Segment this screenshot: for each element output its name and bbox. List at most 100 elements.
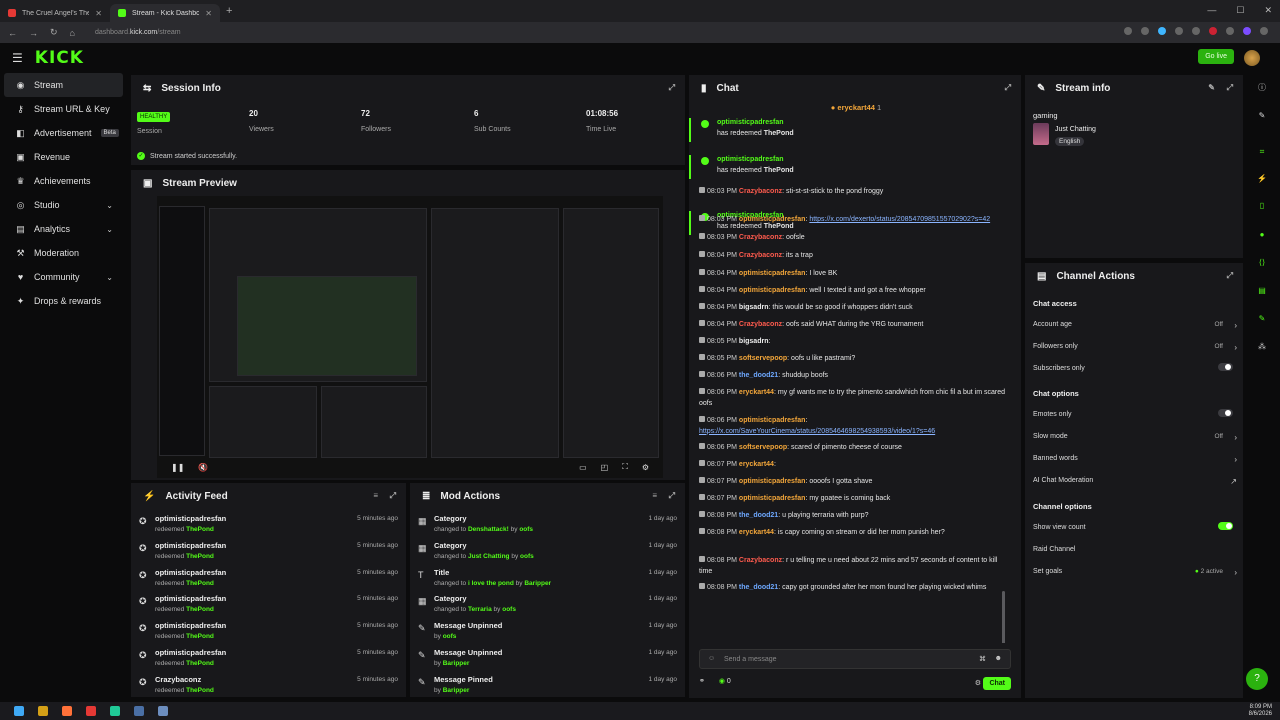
kick-logo[interactable]: KICK (35, 48, 84, 68)
pencil-icon[interactable]: ✎ (1254, 108, 1270, 124)
layout-icon[interactable]: ⁂ (1254, 339, 1270, 355)
popout-icon[interactable]: ⤢ (1227, 271, 1233, 281)
folder-icon[interactable] (38, 706, 48, 716)
mod-action-user[interactable]: oofs (443, 633, 457, 640)
show-view-count-toggle[interactable] (1218, 522, 1233, 530)
extension-icon[interactable] (1124, 27, 1132, 35)
chat-username[interactable]: bigsadrn (739, 338, 769, 345)
pip-icon[interactable]: ◰ (601, 463, 609, 472)
sidebar-item-revenue[interactable]: ▣ Revenue (4, 145, 123, 169)
sidebar-item-stream-url-key[interactable]: ⚷ Stream URL & Key (4, 97, 123, 121)
code-icon[interactable]: ⟨⟩ (1254, 255, 1270, 271)
forward-icon[interactable]: → (29, 28, 38, 38)
chat-username[interactable]: Crazybaconz (739, 188, 782, 195)
mod-action-user[interactable]: oofs (502, 606, 516, 613)
emotes-only-toggle[interactable] (1218, 409, 1233, 417)
banned-words-row[interactable]: Banned words › (1033, 455, 1237, 464)
chat-username[interactable]: softservepoop (739, 444, 787, 451)
chat-username[interactable]: bigsadrn (739, 304, 769, 311)
slow-mode-row[interactable]: Slow mode Off › (1033, 433, 1237, 442)
chat-username[interactable]: optimisticpadresfan (739, 216, 806, 223)
edit-icon[interactable]: ✎ (1208, 83, 1215, 92)
popout-icon[interactable]: ⤢ (1005, 83, 1011, 93)
sidebar-item-community[interactable]: ♥ Community ⌄ (4, 265, 123, 289)
app-icon[interactable] (158, 706, 168, 716)
close-window-icon[interactable]: ✕ (1264, 5, 1272, 16)
chat-username[interactable]: eryckart44 (739, 529, 774, 536)
app-icon[interactable] (86, 706, 96, 716)
app-icon[interactable] (134, 706, 144, 716)
bolt-icon[interactable]: ⚡ (1254, 171, 1270, 187)
avatar[interactable] (1244, 50, 1260, 66)
raid-channel-row[interactable]: Raid Channel (1033, 546, 1237, 553)
mod-action-user[interactable]: oofs (520, 553, 534, 560)
sidebar-item-moderation[interactable]: ⚒ Moderation (4, 241, 123, 265)
chat-username[interactable]: optimisticpadresfan (717, 119, 784, 126)
sidebar-item-studio[interactable]: ◎ Studio ⌄ (4, 193, 123, 217)
theater-icon[interactable]: ▭ (579, 463, 587, 472)
sidebar-item-stream[interactable]: ◉ Stream (4, 73, 123, 97)
chat-username[interactable]: the_dood21 (739, 372, 778, 379)
chat-username[interactable]: optimisticpadresfan (739, 417, 806, 424)
ai-moderation-row[interactable]: AI Chat Moderation ↗ (1033, 477, 1237, 486)
mod-action-user[interactable]: Baripper (443, 687, 470, 694)
back-icon[interactable]: ← (8, 28, 17, 38)
close-icon[interactable]: ✕ (95, 9, 102, 18)
home-icon[interactable]: ⌂ (70, 28, 75, 38)
crop-icon[interactable]: ⌗ (1254, 144, 1270, 160)
chat-username[interactable]: optimisticpadresfan (739, 478, 806, 485)
chat-username[interactable]: optimisticpadresfan (739, 270, 806, 277)
chat-input[interactable]: ☺ Send a message ⌘ ☻ (699, 649, 1011, 669)
chat-username[interactable]: softservepoop (739, 355, 787, 362)
popout-icon[interactable]: ⤢ (669, 491, 675, 501)
popout-icon[interactable]: ⤢ (1227, 83, 1233, 93)
filter-icon[interactable]: ≡ (652, 491, 657, 500)
chat-username[interactable]: the_dood21 (739, 512, 778, 519)
extension-icon[interactable] (1209, 27, 1217, 35)
go-live-button[interactable]: Go live (1198, 49, 1234, 64)
mod-action-user[interactable]: Baripper (524, 580, 551, 587)
minimize-icon[interactable]: — (1207, 5, 1216, 16)
maximize-icon[interactable]: ☐ (1236, 5, 1244, 16)
emoji-icon[interactable]: ☻ (995, 655, 1002, 662)
star-icon[interactable] (1158, 27, 1166, 35)
chat-bubble-icon[interactable]: ● (1254, 227, 1270, 243)
scrollbar[interactable] (1002, 591, 1005, 643)
chat-username[interactable]: Crazybaconz (739, 321, 782, 328)
browser-tab-1[interactable]: The Cruel Angel's Thesis (E ✕ (0, 4, 110, 22)
sidebar-item-advertisement[interactable]: ◧ Advertisement Beta (4, 121, 123, 145)
popout-icon[interactable]: ⤢ (390, 491, 396, 501)
chat-text[interactable]: https://x.com/dexerto/status/20854709851… (809, 216, 990, 223)
start-icon[interactable] (14, 706, 24, 716)
gear-icon[interactable]: ⚙ (975, 679, 981, 687)
system-clock[interactable]: 8:09 PM 8/6/2026 (1249, 704, 1272, 718)
mod-action-user[interactable]: oofs (519, 526, 533, 533)
sidebar-item-achievements[interactable]: ♛ Achievements (4, 169, 123, 193)
translate-icon[interactable]: ⌘ (979, 655, 986, 663)
fullscreen-icon[interactable]: ⛶ (622, 462, 628, 472)
help-button[interactable]: ? (1246, 668, 1268, 690)
followers-only-row[interactable]: Followers only Off › (1033, 343, 1237, 352)
extension-icon[interactable] (1192, 27, 1200, 35)
sidebar-item-analytics[interactable]: ▤ Analytics ⌄ (4, 217, 123, 241)
wrench-icon[interactable]: ✎ (1254, 311, 1270, 327)
app-icon[interactable] (110, 706, 120, 716)
chat-username[interactable]: Crazybaconz (739, 234, 782, 241)
subscribers-only-toggle[interactable] (1218, 363, 1233, 371)
new-tab-button[interactable]: + (226, 5, 232, 17)
close-icon[interactable]: ✕ (205, 9, 212, 18)
account-age-row[interactable]: Account age Off › (1033, 321, 1237, 330)
reload-icon[interactable]: ↻ (50, 27, 58, 38)
set-goals-row[interactable]: Set goals ● 2 active › (1033, 568, 1237, 577)
extension-icon[interactable] (1226, 27, 1234, 35)
browser-tab-2[interactable]: Stream - Kick Dashboard ✕ (110, 4, 220, 22)
chat-username[interactable]: Crazybaconz (739, 252, 782, 259)
extension-icon[interactable] (1141, 27, 1149, 35)
link-icon[interactable]: ⚭ (699, 678, 705, 685)
chat-username[interactable]: eryckart44 (739, 461, 774, 468)
mod-action-user[interactable]: Baripper (443, 660, 470, 667)
chat-username[interactable]: optimisticpadresfan (717, 156, 784, 163)
chat-send-button[interactable]: Chat (983, 677, 1011, 690)
firefox-icon[interactable] (62, 706, 72, 716)
url-field[interactable]: dashboard.kick.com/stream (95, 29, 181, 36)
